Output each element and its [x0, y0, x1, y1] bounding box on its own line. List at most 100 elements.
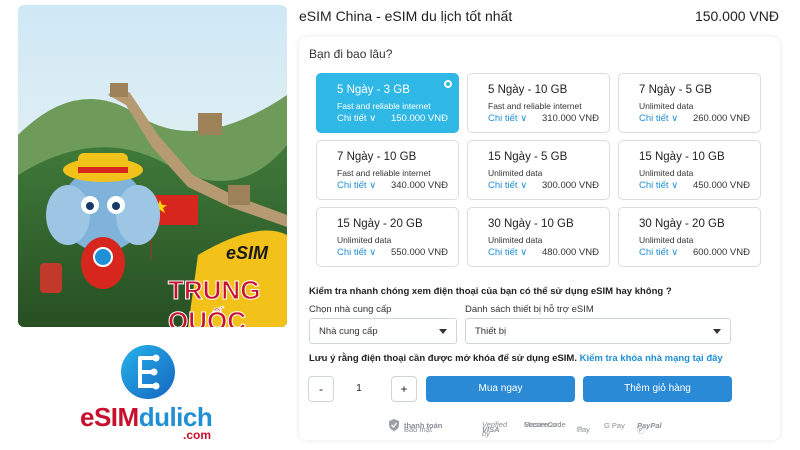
purchase-card: Bạn đi bao lâu? 5 Ngày - 3 GB Fast and re…	[299, 37, 780, 440]
plan-description: Unlimited data	[488, 235, 543, 245]
secure-label: Bảo mật	[404, 425, 432, 434]
plan-detail-toggle[interactable]: Chi tiết ∨	[488, 247, 527, 258]
plan-detail-toggle[interactable]: Chi tiết ∨	[488, 113, 527, 124]
paypal-badge: Ⓟ PayPal	[637, 421, 662, 435]
logo-domain: .com	[183, 428, 212, 442]
carrier-lock-link[interactable]: Kiểm tra khóa nhà mạng tại đây	[580, 353, 723, 364]
quantity-decrease-button[interactable]: -	[308, 376, 334, 402]
selected-radio-icon	[444, 80, 452, 88]
plan-option[interactable]: 5 Ngày - 10 GB Fast and reliable internet…	[467, 73, 610, 133]
plan-detail-toggle[interactable]: Chi tiết ∨	[337, 180, 376, 191]
quantity-value[interactable]: 1	[339, 376, 379, 402]
plan-description: Unlimited data	[639, 101, 694, 111]
provider-label: Chọn nhà cung cấp	[309, 304, 392, 315]
plan-detail-label: Chi tiết	[337, 180, 367, 191]
plan-name: 30 Ngày - 20 GB	[639, 218, 725, 230]
plan-option[interactable]: 15 Ngày - 20 GB Unlimited data Chi tiết ∨ 5…	[316, 207, 459, 267]
google-pay-badge: G Pay	[604, 421, 625, 430]
plan-price: 600.000 VNĐ	[692, 247, 750, 258]
buy-now-button[interactable]: Mua ngay	[426, 376, 575, 402]
plan-detail-label: Chi tiết	[639, 180, 669, 191]
plan-name: 7 Ngày - 5 GB	[639, 84, 712, 96]
plan-price: 150.000 VNĐ	[390, 113, 448, 124]
chevron-down-icon: ∨	[668, 247, 679, 258]
mastercard-line2: SecureCode	[524, 420, 566, 429]
plan-detail-toggle[interactable]: Chi tiết ∨	[337, 113, 376, 124]
plan-description: Unlimited data	[639, 168, 694, 178]
plan-description: Fast and reliable internet	[337, 168, 431, 178]
apple-pay-label: Pay	[577, 425, 590, 434]
plan-option[interactable]: 15 Ngày - 10 GB Unlimited data Chi tiết ∨ 4…	[618, 140, 761, 200]
verified-by-visa-badge: Verified by VISA	[482, 416, 507, 438]
product-title: eSIM China - eSIM du lịch tốt nhất	[299, 8, 513, 24]
plan-detail-toggle[interactable]: Chi tiết ∨	[337, 247, 376, 258]
plan-description: Unlimited data	[337, 235, 392, 245]
unlock-note-text: Lưu ý rằng điện thoại cần được mở khóa đ…	[309, 353, 577, 364]
esim-logo-icon	[121, 345, 175, 399]
chevron-down-icon	[439, 329, 447, 334]
plan-option[interactable]: 15 Ngày - 5 GB Unlimited data Chi tiết ∨ 30…	[467, 140, 610, 200]
plan-name: 5 Ngày - 3 GB	[337, 84, 410, 96]
plan-detail-label: Chi tiết	[488, 113, 518, 124]
compat-question: Kiểm tra nhanh chóng xem điện thoại của …	[309, 286, 672, 297]
plan-price: 300.000 VNĐ	[541, 180, 599, 191]
unlock-note: Lưu ý rằng điện thoại cần được mở khóa đ…	[309, 353, 723, 364]
plan-price: 450.000 VNĐ	[692, 180, 750, 191]
plan-name: 15 Ngày - 10 GB	[639, 151, 725, 163]
brand-logo[interactable]: eSIMdulich .com	[80, 344, 220, 444]
plan-name: 5 Ngày - 10 GB	[488, 84, 568, 96]
plan-description: Fast and reliable internet	[337, 101, 431, 111]
plan-price: 340.000 VNĐ	[390, 180, 448, 191]
plan-detail-toggle[interactable]: Chi tiết ∨	[488, 180, 527, 191]
paypal-icon: Ⓟ	[637, 426, 645, 435]
chevron-down-icon: ∨	[517, 180, 528, 191]
chevron-down-icon	[713, 329, 721, 334]
plan-detail-toggle[interactable]: Chi tiết ∨	[639, 247, 678, 258]
plan-option[interactable]: 7 Ngày - 10 GB Fast and reliable internet…	[316, 140, 459, 200]
plan-price: 480.000 VNĐ	[541, 247, 599, 258]
plan-detail-toggle[interactable]: Chi tiết ∨	[639, 113, 678, 124]
plan-detail-label: Chi tiết	[337, 247, 367, 258]
plan-name: 15 Ngày - 20 GB	[337, 218, 423, 230]
verified-line1: Verified by	[482, 420, 508, 438]
plan-description: Unlimited data	[488, 168, 543, 178]
plan-price: 550.000 VNĐ	[390, 247, 448, 258]
chevron-down-icon: ∨	[366, 113, 377, 124]
chevron-down-icon: ∨	[366, 180, 377, 191]
provider-select[interactable]: Nhà cung cấp	[309, 318, 457, 344]
plan-option[interactable]: 5 Ngày - 3 GB Fast and reliable internet C…	[316, 73, 459, 133]
product-price: 150.000 VNĐ	[694, 8, 779, 24]
chevron-down-icon: ∨	[668, 113, 679, 124]
plan-detail-toggle[interactable]: Chi tiết ∨	[639, 180, 678, 191]
plan-name: 15 Ngày - 5 GB	[488, 151, 568, 163]
device-select[interactable]: Thiết bị	[465, 318, 731, 344]
chevron-down-icon: ∨	[366, 247, 377, 258]
logo-prefix: eSIM	[80, 402, 139, 432]
duration-question: Bạn đi bao lâu?	[309, 47, 393, 61]
image-country-label: TRUNG QUỐC	[168, 275, 261, 328]
payment-badges: Bảo mật thanh toán Verified by VISA Maste…	[389, 416, 689, 438]
plan-detail-label: Chi tiết	[488, 247, 518, 258]
plan-description: Unlimited data	[639, 235, 694, 245]
product-image: eSIM TRUNG QUỐC	[18, 5, 287, 327]
chevron-down-icon: ∨	[668, 180, 679, 191]
product-page: eSIM TRUNG QUỐC eSIMdulich .com eSIM Chi…	[0, 0, 800, 450]
add-to-cart-button[interactable]: Thêm giỏ hàng	[583, 376, 732, 402]
plan-detail-label: Chi tiết	[337, 113, 367, 124]
plan-price: 310.000 VNĐ	[541, 113, 599, 124]
plan-name: 7 Ngày - 10 GB	[337, 151, 417, 163]
plan-description: Fast and reliable internet	[488, 101, 582, 111]
quantity-increase-button[interactable]: +	[391, 376, 417, 402]
provider-select-value: Nhà cung cấp	[319, 326, 378, 337]
plan-detail-label: Chi tiết	[639, 247, 669, 258]
shield-check-icon	[389, 419, 399, 431]
plan-price: 260.000 VNĐ	[692, 113, 750, 124]
chevron-down-icon: ∨	[517, 247, 528, 258]
plan-option[interactable]: 7 Ngày - 5 GB Unlimited data Chi tiết ∨ 260…	[618, 73, 761, 133]
plan-option[interactable]: 30 Ngày - 10 GB Unlimited data Chi tiết ∨ 4…	[467, 207, 610, 267]
device-label: Danh sách thiết bị hỗ trợ eSIM	[465, 304, 594, 315]
secure-payment-label: Bảo mật thanh toán	[404, 421, 442, 434]
plan-name: 30 Ngày - 10 GB	[488, 218, 574, 230]
plan-option[interactable]: 30 Ngày - 20 GB Unlimited data Chi tiết ∨ 6…	[618, 207, 761, 267]
image-badge-esim: eSIM	[226, 243, 269, 263]
